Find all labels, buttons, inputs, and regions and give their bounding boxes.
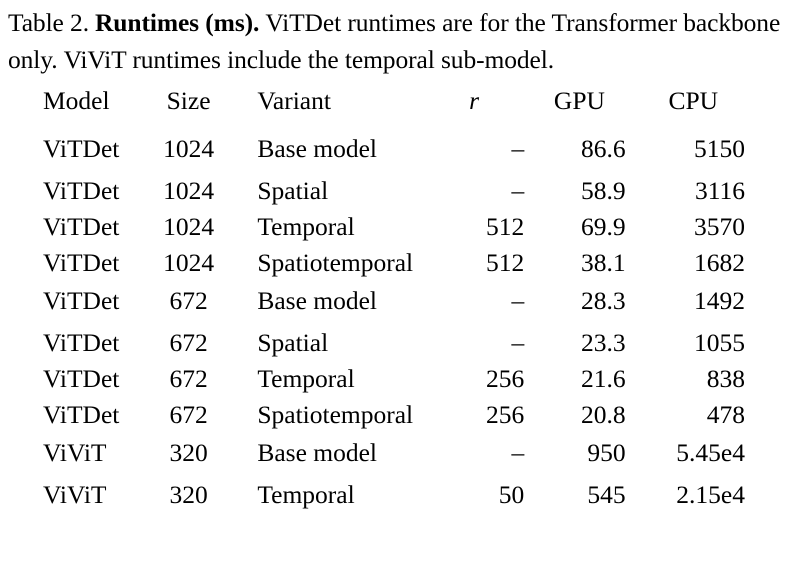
cell-model: ViTDet	[43, 364, 120, 393]
cell-model: ViTDet	[43, 134, 120, 163]
table-figure: Table 2. Runtimes (ms). ViTDet runtimes ar…	[0, 0, 795, 563]
table-row: ViTDet 672 Temporal 256 21.6 838	[14, 366, 772, 402]
cell-variant: Temporal	[257, 480, 355, 509]
table-row: ViViT 320 Temporal 50 545 2.15e4	[14, 482, 772, 520]
cell-variant: Spatial	[257, 328, 329, 357]
cell-r: 512	[486, 212, 525, 241]
column-header-variant: Variant	[257, 86, 331, 115]
cell-r: –	[511, 328, 525, 357]
cell-model: ViTDet	[43, 176, 120, 205]
table-row: ViTDet 672 Spatiotemporal 256 20.8 478	[14, 402, 772, 440]
column-header-gpu: GPU	[553, 86, 605, 115]
cell-r: –	[511, 134, 525, 163]
cell-cpu: 3570	[694, 212, 745, 241]
cell-cpu: 1055	[694, 328, 745, 357]
table-caption: Table 2. Runtimes (ms). ViTDet runtimes ar…	[8, 4, 787, 78]
cell-cpu: 478	[706, 400, 745, 429]
cell-r: 256	[486, 400, 525, 429]
cell-size: 320	[169, 438, 208, 467]
cell-model: ViViT	[43, 480, 107, 509]
column-header-model: Model	[43, 86, 110, 115]
cell-gpu: 38.1	[580, 248, 626, 277]
caption-title: Runtimes (ms).	[94, 8, 260, 37]
runtimes-table-body: Model Size Variant r GPU CPU ViTDet 1024 Base mo…	[14, 88, 772, 520]
runtimes-table-wrapper: Model Size Variant r GPU CPU ViTDet 1024 Base mo…	[14, 88, 772, 520]
cell-variant: Base model	[257, 286, 378, 315]
cell-cpu: 1492	[694, 286, 745, 315]
cell-size: 1024	[163, 212, 215, 241]
column-header-cpu: CPU	[668, 86, 719, 115]
cell-variant: Base model	[257, 438, 378, 467]
cell-model: ViTDet	[43, 286, 120, 315]
column-header-r: r	[469, 86, 480, 115]
cell-cpu: 5150	[694, 134, 745, 163]
cell-cpu: 838	[706, 364, 745, 393]
cell-gpu: 28.3	[580, 286, 626, 315]
table-row: ViTDet 672 Base model – 28.3 1492	[14, 288, 772, 330]
cell-gpu: 58.9	[580, 176, 626, 205]
cell-cpu: 2.15e4	[676, 480, 745, 509]
table-row: ViTDet 672 Spatial – 23.3 1055	[14, 330, 772, 366]
table-row: ViTDet 1024 Spatial – 58.9 3116	[14, 178, 772, 214]
cell-gpu: 69.9	[580, 212, 626, 241]
cell-r: 50	[498, 480, 525, 509]
caption-sentence-2: ViViT runtimes include the temporal sub-…	[63, 45, 555, 74]
column-header-size: Size	[166, 86, 211, 115]
cell-model: ViTDet	[43, 328, 120, 357]
runtimes-table: Model Size Variant r GPU CPU ViTDet 1024 Base mo…	[14, 88, 772, 520]
cell-gpu: 23.3	[580, 328, 626, 357]
cell-model: ViTDet	[43, 248, 120, 277]
cell-cpu: 5.45e4	[676, 438, 745, 467]
cell-size: 1024	[163, 134, 215, 163]
table-row: ViTDet 1024 Temporal 512 69.9 3570	[14, 214, 772, 250]
cell-size: 320	[169, 480, 208, 509]
cell-cpu: 3116	[694, 176, 745, 205]
cell-r: –	[511, 286, 525, 315]
table-row: ViTDet 1024 Spatiotemporal 512 38.1 1682	[14, 250, 772, 288]
cell-gpu: 545	[587, 480, 626, 509]
cell-variant: Spatial	[257, 176, 329, 205]
cell-cpu: 1682	[694, 248, 745, 277]
cell-r: –	[511, 176, 525, 205]
cell-variant: Spatiotemporal	[257, 400, 414, 429]
cell-size: 672	[169, 328, 208, 357]
cell-size: 1024	[163, 176, 215, 205]
cell-gpu: 21.6	[580, 364, 626, 393]
cell-r: 512	[486, 248, 525, 277]
cell-size: 672	[169, 364, 208, 393]
table-header-row: Model Size Variant r GPU CPU	[14, 88, 772, 136]
cell-size: 1024	[163, 248, 215, 277]
cell-model: ViTDet	[43, 212, 120, 241]
cell-gpu: 86.6	[580, 134, 626, 163]
table-row: ViTDet 1024 Base model – 86.6 5150	[14, 136, 772, 178]
cell-variant: Spatiotemporal	[257, 248, 414, 277]
cell-gpu: 20.8	[580, 400, 626, 429]
caption-label: Table 2.	[8, 8, 89, 37]
table-row: ViViT 320 Base model – 950 5.45e4	[14, 440, 772, 482]
cell-size: 672	[169, 400, 208, 429]
cell-r: –	[511, 438, 525, 467]
cell-size: 672	[169, 286, 208, 315]
cell-r: 256	[486, 364, 525, 393]
cell-variant: Temporal	[257, 212, 355, 241]
cell-variant: Base model	[257, 134, 378, 163]
cell-gpu: 950	[587, 438, 626, 467]
cell-variant: Temporal	[257, 364, 355, 393]
cell-model: ViTDet	[43, 400, 120, 429]
cell-model: ViViT	[43, 438, 107, 467]
